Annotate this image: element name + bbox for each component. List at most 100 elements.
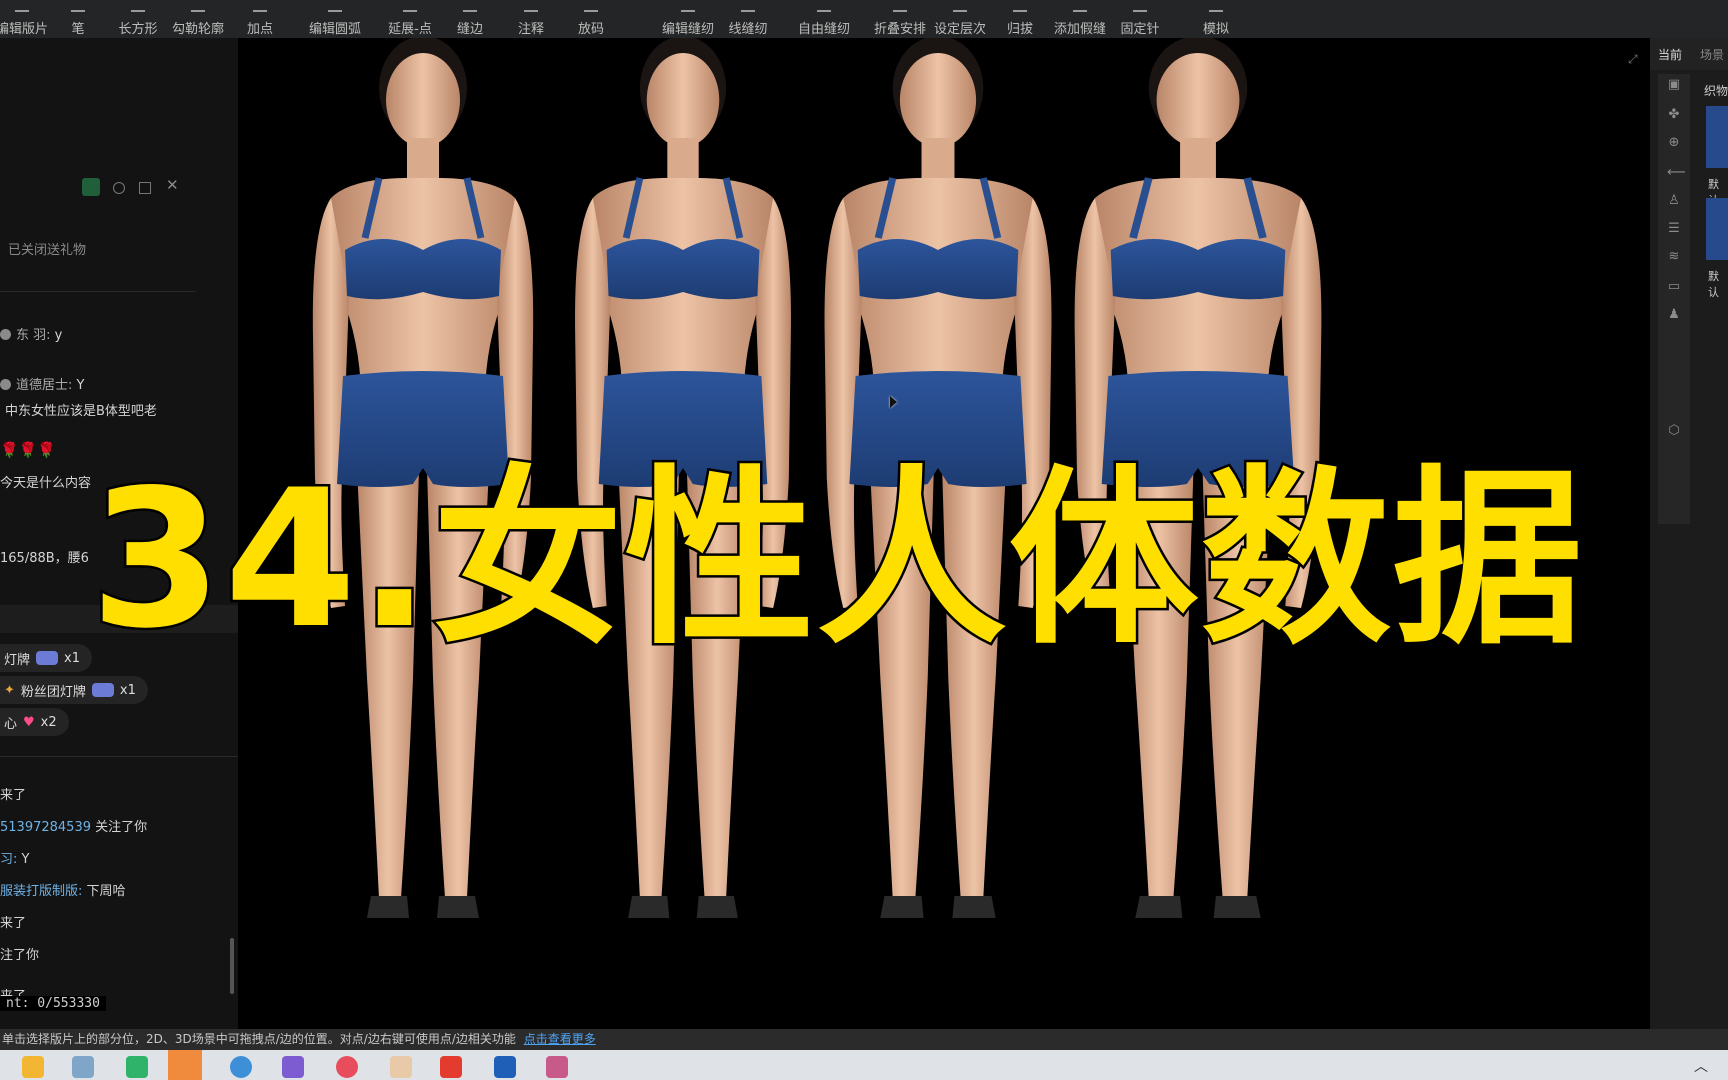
toolbar-button-label: 笔 [71,22,85,37]
video-title-overlay: 34.女性人体数据 [88,449,1586,670]
fabric-swatch[interactable] [1706,106,1728,168]
tool-icon [584,2,598,12]
wechat-icon[interactable] [168,1050,202,1080]
toolbar-button[interactable]: 自由缝纫 [794,0,854,38]
tab-current[interactable]: 当前 [1658,46,1682,63]
tool-icon [1013,2,1027,12]
mouse-cursor [890,396,897,408]
chat-divider [0,291,196,292]
list-icon[interactable]: ☰ [1667,222,1681,236]
select-icon[interactable]: ▣ [1667,78,1681,92]
tool-icon [953,2,967,12]
shield-app-icon[interactable] [494,1056,516,1078]
panel-tabs: 当前 场景 [1650,38,1728,70]
toolbar-button[interactable]: 注释 [501,0,561,38]
toolbar-button-label: 模拟 [1202,22,1229,37]
chat-message: 今天是什么内容 [0,476,92,491]
toolbar-button[interactable]: 长方形 [108,0,168,38]
toolbar-button-label: 自由缝纫 [797,22,850,37]
toolbar-button[interactable]: 编辑圆弧 [305,0,365,38]
toolbar-button[interactable]: 线缝纫 [718,0,778,38]
folder-icon[interactable] [22,1056,44,1078]
tool-icon [328,2,342,12]
fabric-swatch[interactable] [1706,198,1728,260]
toolbar-button[interactable]: 笔 [48,0,108,38]
toolbar-button-label: 添加假缝 [1053,22,1106,37]
toolbar-button[interactable]: 缝边 [440,0,500,38]
image-app-icon[interactable] [546,1056,568,1078]
wave-icon[interactable]: ≋ [1667,250,1681,264]
toolbar-button-label: 放码 [577,22,604,37]
toolbar-button-label: 编辑缝纫 [661,22,714,37]
target-icon[interactable]: ⊕ [1667,136,1681,150]
gift-item: 心 ♥ x2 [0,708,69,736]
arrow-icon[interactable]: ⟵ [1667,166,1686,180]
toolbar-button[interactable]: 勾勒轮廓 [168,0,228,38]
status-text: 单击选择版片上的部分位，2D、3D场景中可拖拽点/边的位置。对点/边右键可使用点… [2,1032,516,1046]
figure-icon[interactable]: ♟ [1667,308,1681,322]
toolbar-button-label: 线缝纫 [728,22,768,37]
toolbar-button[interactable]: 添加假缝 [1050,0,1110,38]
gift-item: 灯牌 x1 [0,644,92,672]
toolbar-button-label: 编辑版片 [0,22,48,37]
toolbar-button[interactable]: 归拔 [990,0,1050,38]
tool-icon [524,2,538,12]
toolbar-button[interactable]: 加点 [230,0,290,38]
toolbar-button[interactable]: 编辑版片 [0,0,52,38]
chat-message: 东 羽: y [0,324,62,343]
red-app-icon[interactable] [440,1056,462,1078]
flower-app-icon[interactable] [336,1056,358,1078]
cube-icon[interactable]: ⬡ [1667,424,1681,438]
toolbar-button-label: 固定针 [1120,22,1160,37]
light-badge-icon [36,651,59,665]
chevron-up-icon[interactable]: ︿ [1694,1056,1708,1076]
gift-item: ✦ 粉丝团灯牌 x1 [0,676,148,704]
expand-icon[interactable]: ⤢ [1628,52,1638,67]
status-help-link[interactable]: 点击查看更多 [524,1032,596,1046]
chat-message: 中东女性应该是B体型吧老 [5,404,157,419]
paint-icon[interactable] [282,1056,304,1078]
toolbar-button[interactable]: 编辑缝纫 [658,0,718,38]
toolbar-button[interactable]: 延展-点 [380,0,440,38]
toolbar-button-label: 加点 [246,22,273,37]
tool-icon [131,2,145,12]
chat-popout-icon[interactable] [139,182,151,194]
chat-scrollbar[interactable] [230,938,234,994]
tab-scene[interactable]: 场景 [1700,46,1724,63]
toolbar-button-label: 长方形 [118,22,158,37]
chat-message: 🌹🌹🌹 [0,441,57,459]
tool-icon [817,2,831,12]
property-panel: 当前 场景 ▣✤⊕⟵♙☰≋▭♟⬡ 织物 默认 默认 [1650,38,1728,1029]
feed-item: 51397284539 关注了你 [0,820,148,835]
rainbow-icon: ✦ [4,682,15,698]
chat-settings-icon[interactable] [113,182,125,194]
user-avatar-icon [0,379,11,390]
cluster-icon[interactable]: ✤ [1667,108,1681,122]
toolbar-button[interactable]: 模拟 [1186,0,1246,38]
swatch-label: 默认 [1708,270,1719,299]
toolbar-button[interactable]: 设定层次 [930,0,990,38]
chat-message: 165/88B，腰6 [0,551,89,566]
tool-icon [1133,2,1147,12]
toolbar-button[interactable]: 固定针 [1110,0,1170,38]
os-taskbar: ︿ [0,1050,1728,1080]
files-icon[interactable] [72,1056,94,1078]
feed-item: 习: Y [0,852,30,867]
tool-icon [1209,2,1223,12]
tool-icon [1073,2,1087,12]
chat-lock-icon[interactable] [82,178,100,196]
browser-icon[interactable] [230,1056,252,1078]
avatar-icon[interactable]: ♙ [1667,194,1681,208]
toolbar-button[interactable]: 放码 [561,0,621,38]
chat-close-icon[interactable]: ✕ [166,176,179,194]
viewer-count: nt: 0/553330 [0,996,106,1011]
tool-icon [741,2,755,12]
tool-icon [191,2,205,12]
rect-icon[interactable]: ▭ [1667,280,1681,294]
bunny-app-icon[interactable] [390,1056,412,1078]
app-m-icon[interactable] [126,1056,148,1078]
chat-message: 道德居士: Y [0,374,84,393]
feed-item: 来了 [0,916,27,931]
toolbar-button[interactable]: 折叠安排 [870,0,930,38]
tool-icon [463,2,477,12]
